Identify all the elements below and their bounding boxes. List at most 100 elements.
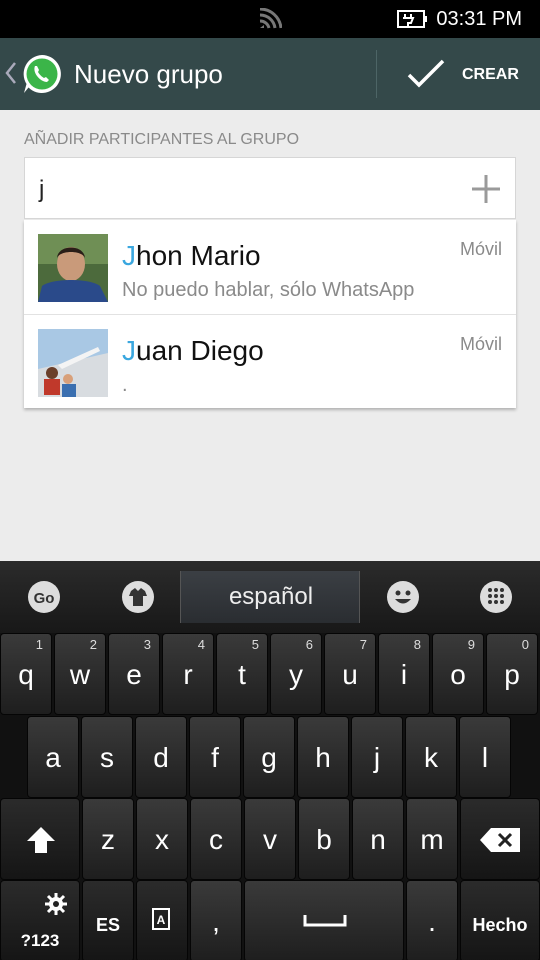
create-group-button[interactable]: CREAR [378,38,540,110]
key-r[interactable]: r4 [162,633,214,715]
comma-label: , [212,906,220,937]
key-z[interactable]: z [82,798,134,880]
key-number-hint: 4 [197,637,205,652]
key-k[interactable]: k [405,716,457,798]
participant-search-input[interactable]: j [24,157,516,219]
battery-charging-icon [397,10,427,28]
key-v[interactable]: v [244,798,296,880]
space-key[interactable] [244,880,404,960]
key-label: p [504,659,520,690]
key-i[interactable]: i8 [378,633,430,715]
key-e[interactable]: e3 [108,633,160,715]
key-number-hint: 8 [413,637,421,652]
space-bar-icon [303,915,347,927]
key-label: j [373,742,381,773]
language-key-label: ES [95,915,120,935]
key-number-hint: 3 [143,637,151,652]
contact-status: . [122,374,128,396]
key-label: h [315,742,331,773]
svg-text:A: A [157,913,166,927]
key-label: c [209,824,223,855]
key-label: v [263,824,277,855]
key-label: t [238,659,246,690]
key-q[interactable]: q1 [0,633,52,715]
key-s[interactable]: s [81,716,133,798]
key-d[interactable]: d [135,716,187,798]
key-number-hint: 1 [35,637,43,652]
key-t[interactable]: t5 [216,633,268,715]
key-label: k [424,742,438,773]
key-label: o [450,659,466,690]
key-x[interactable]: x [136,798,188,880]
key-label: r [183,659,193,690]
key-label: i [400,659,408,690]
action-bar: Nuevo grupo CREAR [0,38,540,110]
key-label: a [45,742,61,773]
key-label: x [155,824,169,855]
language-key[interactable]: ES [82,880,134,960]
settings-gear-icon [45,893,67,915]
shift-key[interactable] [0,798,80,880]
key-g[interactable]: g [243,716,295,798]
phone-type: Móvil [459,334,502,354]
key-label: q [18,659,34,690]
comma-key[interactable]: , [190,880,242,960]
text-input-key[interactable]: A [136,880,188,960]
key-u[interactable]: u7 [324,633,376,715]
key-f[interactable]: f [189,716,241,798]
key-label: y [289,659,303,690]
shift-arrow-icon [27,827,55,853]
key-w[interactable]: w2 [54,633,106,715]
key-label: b [316,824,332,855]
key-o[interactable]: o9 [432,633,484,715]
symbols-label: ?123 [20,931,60,950]
google-go-icon[interactable]: Go [26,579,62,615]
page-title: Nuevo grupo [74,59,223,89]
list-item[interactable]: Jhon Mario No puedo hablar, sólo WhatsAp… [24,220,516,314]
clock: 03:31 PM [436,8,522,30]
plus-icon[interactable] [471,174,501,204]
key-label: d [153,742,169,773]
key-label: m [420,824,444,855]
key-y[interactable]: y6 [270,633,322,715]
key-c[interactable]: c [190,798,242,880]
avatar [38,234,108,302]
symbols-key[interactable]: ?123 [0,880,80,960]
create-label: CREAR [462,66,519,83]
backspace-key[interactable] [460,798,540,880]
language-selector[interactable]: español [180,571,360,623]
key-j[interactable]: j [351,716,403,798]
key-p[interactable]: p0 [486,633,538,715]
emoji-icon[interactable] [385,579,421,615]
checkmark-icon [407,59,445,88]
key-number-hint: 9 [467,637,475,652]
done-key[interactable]: Hecho [460,880,540,960]
key-l[interactable]: l [459,716,511,798]
key-n[interactable]: n [352,798,404,880]
period-key[interactable]: . [406,880,458,960]
keypad-menu-icon[interactable] [478,579,514,615]
key-number-hint: 2 [89,637,97,652]
keyboard: Go español q1w2e3r4t5y6u7i8o9p0 asdfghjk… [0,561,540,960]
key-m[interactable]: m [406,798,458,880]
avatar [38,329,108,397]
wifi-signal-icon [259,8,282,29]
key-label: z [101,824,115,855]
theme-shirt-icon[interactable] [120,579,156,615]
key-h[interactable]: h [297,716,349,798]
phone-type: Móvil [459,239,502,259]
search-query: j [39,176,45,203]
key-number-hint: 5 [251,637,259,652]
key-b[interactable]: b [298,798,350,880]
chevron-left-icon[interactable] [4,60,18,86]
contact-suggestions: Jhon Mario No puedo hablar, sólo WhatsAp… [24,220,516,408]
contact-name: Juan Diego [122,335,264,366]
contact-status: No puedo hablar, sólo WhatsApp [122,279,415,301]
list-item[interactable]: Juan Diego . Móvil [24,314,516,408]
key-a[interactable]: a [27,716,79,798]
whatsapp-logo[interactable] [20,52,64,96]
key-label: n [370,824,386,855]
key-number-hint: 7 [359,637,367,652]
section-label: AÑADIR PARTICIPANTES AL GRUPO [24,131,300,148]
contact-name: Jhon Mario [122,240,261,271]
